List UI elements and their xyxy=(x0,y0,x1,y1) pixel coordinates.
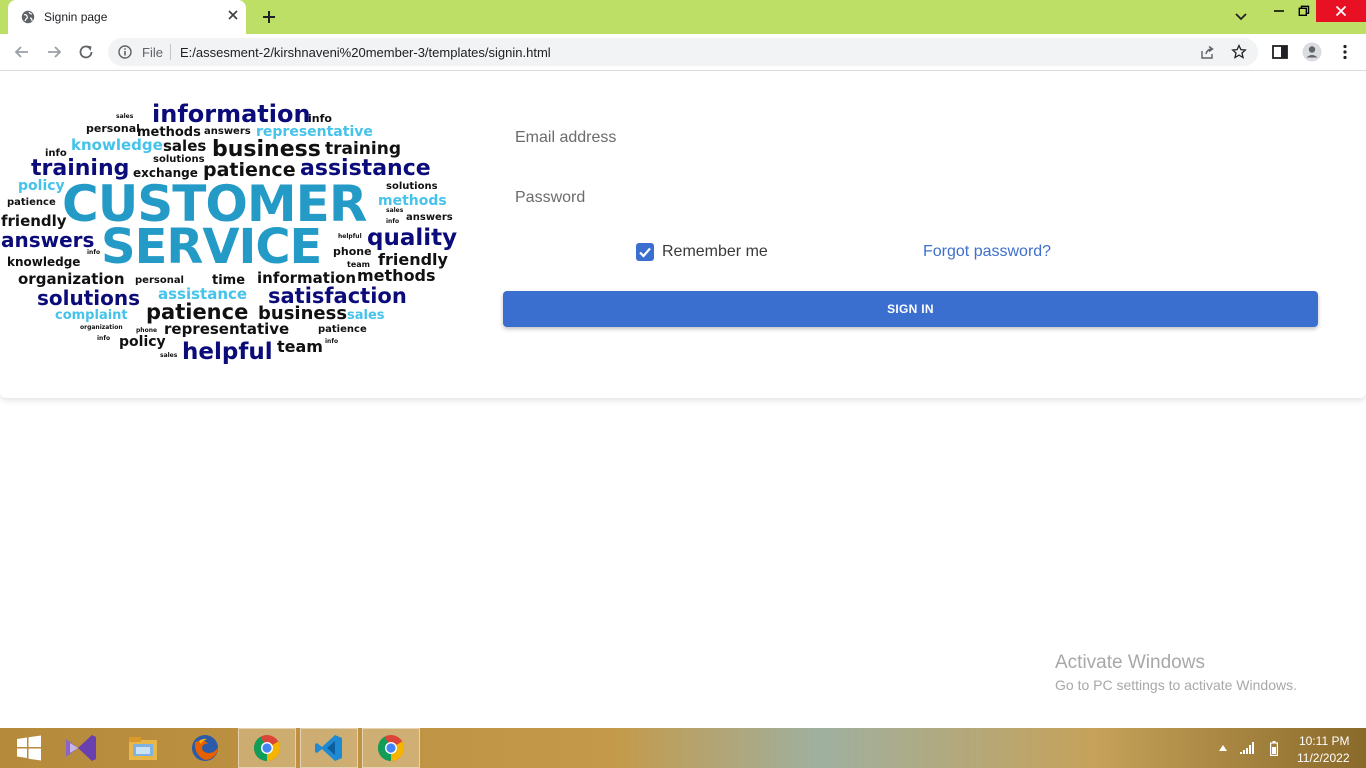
word-cloud-word: SERVICE xyxy=(101,219,322,275)
close-icon xyxy=(1335,5,1347,17)
windows-start-icon xyxy=(17,735,41,761)
taskbar-chrome-2[interactable] xyxy=(362,728,420,768)
word-cloud-word: solutions xyxy=(153,154,205,165)
chevron-down-icon[interactable] xyxy=(1233,10,1249,24)
taskbar-visual-studio[interactable] xyxy=(52,728,110,768)
profile-icon[interactable] xyxy=(1302,42,1322,62)
customer-service-word-cloud: information info sales personal methods … xyxy=(0,101,470,376)
taskbar-firefox[interactable] xyxy=(176,728,234,768)
minimize-icon xyxy=(1274,10,1284,12)
remember-me-label[interactable]: Remember me xyxy=(662,243,768,261)
reload-icon[interactable] xyxy=(76,42,96,62)
word-cloud-word: sales xyxy=(160,352,178,359)
word-cloud-word: helpful xyxy=(338,233,362,240)
taskbar-chrome-1[interactable] xyxy=(238,728,296,768)
network-icon[interactable] xyxy=(1240,742,1256,754)
word-cloud-word: knowledge xyxy=(71,136,163,154)
file-explorer-icon xyxy=(129,737,157,760)
scheme-label: File xyxy=(142,45,163,60)
word-cloud-word: sales xyxy=(347,308,385,323)
checkmark-icon xyxy=(639,247,651,258)
remember-me-checkbox[interactable] xyxy=(636,243,654,261)
word-cloud-word: sales xyxy=(116,113,134,120)
taskbar-vscode[interactable] xyxy=(300,728,358,768)
windows-taskbar xyxy=(0,728,1366,768)
activate-windows-title: Activate Windows xyxy=(1055,652,1205,673)
word-cloud-word: quality xyxy=(367,225,458,251)
email-field[interactable]: Email address xyxy=(515,129,616,147)
word-cloud-word: info xyxy=(308,112,332,125)
word-cloud-word: organization xyxy=(80,324,123,331)
globe-icon xyxy=(21,10,35,24)
tab-title: Signin page xyxy=(44,10,108,24)
word-cloud-word: personal xyxy=(86,122,140,135)
word-cloud-word: info xyxy=(325,338,339,345)
browser-toolbar: File E:/assesment-2/kirshnaveni%20member… xyxy=(0,34,1366,71)
plus-icon[interactable] xyxy=(261,9,277,25)
word-cloud-word: organization xyxy=(18,270,125,288)
start-button[interactable] xyxy=(0,728,58,768)
browser-tab-strip: Signin page xyxy=(0,0,1366,34)
visual-studio-icon xyxy=(66,735,96,761)
tray-expand-icon[interactable] xyxy=(1219,745,1227,751)
forgot-password-link[interactable]: Forgot password? xyxy=(923,243,1051,261)
word-cloud-word: sales xyxy=(163,137,207,155)
url-text[interactable]: E:/assesment-2/kirshnaveni%20member-3/te… xyxy=(180,45,551,60)
close-icon[interactable] xyxy=(226,8,240,22)
word-cloud-word: policy xyxy=(119,334,166,350)
battery-icon[interactable] xyxy=(1270,741,1278,756)
firefox-icon xyxy=(192,735,218,761)
word-cloud-word: information xyxy=(152,100,311,128)
address-bar[interactable]: File E:/assesment-2/kirshnaveni%20member… xyxy=(108,38,1258,66)
word-cloud-word: methods xyxy=(357,266,436,285)
word-cloud-word: helpful xyxy=(182,339,273,365)
password-field[interactable]: Password xyxy=(515,189,585,207)
word-cloud-word: phone xyxy=(333,245,372,258)
chrome-icon xyxy=(253,735,281,762)
word-cloud-word: answers xyxy=(406,212,453,223)
word-cloud-word: answers xyxy=(1,228,95,252)
word-cloud-word: patience xyxy=(318,324,367,335)
word-cloud-word: info xyxy=(97,335,111,342)
word-cloud-word: info xyxy=(87,249,101,256)
share-icon[interactable] xyxy=(1199,44,1215,60)
info-icon[interactable] xyxy=(118,45,132,59)
word-cloud-word: answers xyxy=(204,126,251,137)
kebab-menu-icon[interactable] xyxy=(1336,43,1354,61)
clock-date[interactable]: 11/2/2022 xyxy=(1297,751,1350,765)
word-cloud-word: complaint xyxy=(55,308,128,323)
vscode-icon xyxy=(315,735,342,761)
word-cloud-word: solutions xyxy=(386,181,438,192)
word-cloud-word: solutions xyxy=(37,286,141,310)
chrome-icon xyxy=(377,735,405,762)
word-cloud-word: representative xyxy=(164,320,290,338)
signin-card: information info sales personal methods … xyxy=(0,71,1366,398)
maximize-button[interactable] xyxy=(1289,0,1319,22)
side-panel-icon[interactable] xyxy=(1271,43,1289,61)
word-cloud-word: patience xyxy=(7,197,56,208)
omnibox-divider xyxy=(170,44,171,60)
browser-tab-signin[interactable]: Signin page xyxy=(8,0,246,34)
window-close-button[interactable] xyxy=(1316,0,1366,22)
activate-windows-subtitle: Go to PC settings to activate Windows. xyxy=(1055,677,1297,693)
taskbar-file-explorer[interactable] xyxy=(114,728,172,768)
maximize-icon xyxy=(1298,5,1310,16)
clock-time[interactable]: 10:11 PM xyxy=(1299,734,1349,748)
word-cloud-word: team xyxy=(277,337,323,356)
star-icon[interactable] xyxy=(1231,44,1247,60)
sign-in-button[interactable]: SIGN IN xyxy=(503,291,1318,327)
forward-arrow-icon[interactable] xyxy=(44,42,64,62)
word-cloud-word: policy xyxy=(18,178,65,194)
word-cloud-word: methods xyxy=(378,193,447,209)
word-cloud-word: sales xyxy=(386,207,404,214)
word-cloud-word: friendly xyxy=(1,212,67,230)
word-cloud-word: knowledge xyxy=(7,255,81,269)
back-arrow-icon[interactable] xyxy=(12,42,32,62)
